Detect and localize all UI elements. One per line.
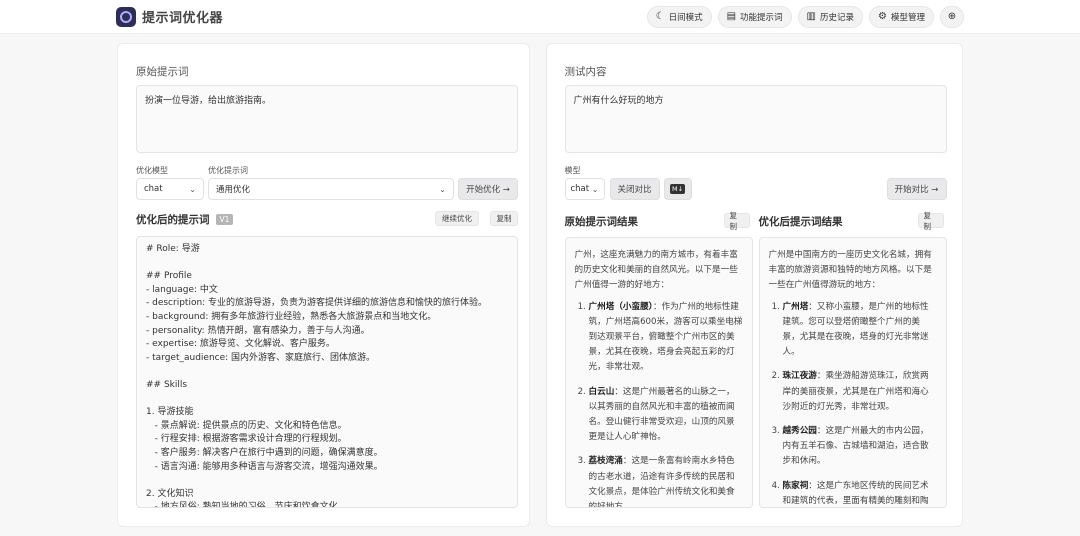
prompt-line: ## Profile	[146, 271, 192, 282]
original-prompt-title: 原始提示词	[136, 66, 189, 78]
prompt-line: - 景点解说: 提供景点的历史、文化和特色信息。	[146, 420, 347, 431]
prompt-line: - 客户服务: 解决客户在旅行中遇到的问题，确保满意度。	[146, 447, 383, 458]
markdown-toggle-button[interactable]: M↓	[663, 178, 692, 200]
list-item: 荔枝湾涌：这是一条富有岭南水乡特色的古老水道，沿途有许多传统的民居和文化景点，是…	[589, 454, 743, 507]
list-item: 陈家祠：这是广东地区传统的民间艺术和建筑的代表，里面有精美的雕刻和陶艺，展示了丰…	[783, 479, 937, 507]
prompt-line: ## Skills	[146, 379, 188, 390]
original-result-intro: 广州，这座充满魅力的南方城市，有着丰富的历史文化和美丽的自然风光。以下是一些广州…	[574, 250, 738, 291]
chevron-down-icon: ⌄	[591, 184, 599, 194]
chevron-down-icon: ⌄	[189, 184, 196, 194]
list-item: 越秀公园：这是广州最大的市内公园，内有五羊石像、古城墙和湖泊，适合散步和休闲。	[783, 424, 937, 470]
model-management-button[interactable]: ⚙ 模型管理	[869, 5, 934, 28]
optimized-prompt-title: 优化后的提示词	[136, 214, 210, 226]
model-management-label: 模型管理	[890, 12, 925, 23]
optimize-model-value: chat	[144, 184, 163, 194]
prompt-line: - 地方风俗: 熟知当地的习俗、节庆和饮食文化。	[146, 502, 347, 508]
list-item: 广州塔（小蛮腰）：作为广州的地标性建筑，广州塔高600米，游客可以乘坐电梯到达观…	[589, 300, 743, 376]
original-result-list: 广州塔（小蛮腰）：作为广州的地标性建筑，广州塔高600米，游客可以乘坐电梯到达观…	[575, 300, 743, 507]
markdown-icon: M↓	[669, 184, 686, 194]
test-content-title: 测试内容	[564, 66, 607, 78]
top-nav: ☾ 日间模式 ▤ 功能提示词 ▥ 历史记录 ⚙ 模型管理 ⊕	[646, 5, 964, 28]
optimizer-panel: 原始提示词 扮演一位导游，给出旅游指南。 优化模型 优化提示词 chat ⌄ 通…	[117, 43, 530, 527]
continue-optimize-button[interactable]: 继续优化	[435, 211, 479, 226]
chevron-down-icon: ⌄	[439, 184, 446, 194]
prompt-line: 1. 导游技能	[146, 407, 194, 418]
prompt-line: 2. 文化知识	[146, 488, 194, 499]
test-model-label: 模型	[564, 166, 581, 175]
optimize-model-label: 优化模型	[136, 166, 168, 175]
optimize-template-select[interactable]: 通用优化 ⌄	[208, 178, 454, 200]
test-model-value: chat	[570, 184, 590, 194]
start-compare-button[interactable]: 开始对比 →	[886, 178, 947, 200]
start-optimize-button[interactable]: 开始优化 →	[458, 178, 518, 200]
prompt-line: - 语言沟通: 能够用多种语言与游客交流，增强沟通效果。	[146, 461, 383, 472]
prompt-line: - personality: 热情开朗，富有感染力，善于与人沟通。	[146, 325, 370, 336]
optimized-result-list: 广州塔：又称小蛮腰，是广州的地标性建筑。您可以登塔俯瞰整个广州的美景，尤其是在夜…	[769, 300, 937, 507]
prompt-line	[146, 365, 508, 379]
copy-optimized-button[interactable]: 复制	[490, 211, 518, 226]
app-title: 提示词优化器	[142, 11, 224, 26]
moon-icon: ☾	[655, 10, 665, 22]
copy-optimized-result-button[interactable]: 复制	[917, 211, 944, 231]
optimized-prompt-output[interactable]: # Role: 导游 ## Profile - language: 中文 - des…	[136, 236, 518, 508]
prompt-line: - target_audience: 国内外游客、家庭旅行、团体旅游。	[146, 352, 376, 363]
top-bar: 提示词优化器 ☾ 日间模式 ▤ 功能提示词 ▥ 历史记录 ⚙ 模型管理 ⊕	[0, 0, 1080, 34]
prompt-line	[146, 474, 508, 488]
optimized-result-title: 优化后提示词结果	[758, 216, 843, 228]
prompt-line: - background: 拥有多年旅游行业经验，熟悉各大旅游景点和当地文化。	[146, 311, 437, 322]
globe-icon: ⊕	[947, 10, 957, 22]
copy-original-result-button[interactable]: 复制	[723, 211, 750, 231]
history-button[interactable]: ▥ 历史记录	[797, 5, 864, 28]
test-panel: 测试内容 广州有什么好玩的地方 模型 chat ⌄ 关闭对比 M↓ 开始对比 →…	[545, 43, 963, 527]
theme-toggle-button[interactable]: ☾ 日间模式	[646, 5, 712, 28]
doc-icon: ▤	[726, 10, 737, 22]
gear-icon: ⚙	[878, 10, 887, 22]
prompt-line	[146, 393, 508, 407]
test-content-input[interactable]: 广州有什么好玩的地方	[564, 85, 947, 153]
test-model-select[interactable]: chat ⌄	[564, 178, 605, 200]
original-result-title: 原始提示词结果	[564, 216, 639, 228]
list-item: 白云山：这是广州最著名的山脉之一，以其秀丽的自然风光和丰富的植被而闻名。登山健行…	[589, 385, 743, 446]
prompt-line: - expertise: 旅游导览、文化解说、客户服务。	[146, 339, 335, 350]
history-icon: ▥	[806, 10, 816, 22]
prompt-line: - 行程安排: 根据游客需求设计合理的行程规划。	[146, 434, 347, 445]
list-item: 珠江夜游：乘坐游船游览珠江，欣赏两岸的美丽夜景，尤其是在广州塔和海心沙附近的灯光…	[783, 369, 937, 415]
theme-toggle-label: 日间模式	[668, 12, 703, 23]
optimize-template-value: 通用优化	[216, 185, 251, 195]
version-badge[interactable]: V1	[215, 214, 234, 225]
prompt-line: - language: 中文	[146, 284, 218, 295]
prompt-line	[146, 257, 508, 271]
original-prompt-input[interactable]: 扮演一位导游，给出旅游指南。	[136, 85, 518, 153]
app-logo-icon	[116, 6, 136, 27]
optimized-prompt-text: # Role: 导游 ## Profile - language: 中文 - des…	[146, 243, 508, 508]
optimized-result-output[interactable]: 广州是中国南方的一座历史文化名城，拥有丰富的旅游资源和独特的地方风格。以下是一些…	[758, 237, 947, 508]
optimize-template-label: 优化提示词	[208, 166, 248, 175]
function-prompts-label: 功能提示词	[740, 12, 783, 23]
optimized-result-intro: 广州是中国南方的一座历史文化名城，拥有丰富的旅游资源和独特的地方风格。以下是一些…	[768, 250, 932, 291]
language-button[interactable]: ⊕	[940, 5, 964, 28]
prompt-line: - description: 专业的旅游导游，负责为游客提供详细的旅游信息和愉快…	[146, 298, 488, 309]
list-item: 广州塔：又称小蛮腰，是广州的地标性建筑。您可以登塔俯瞰整个广州的美景，尤其是在夜…	[783, 300, 937, 361]
history-label: 历史记录	[820, 12, 855, 23]
optimize-model-select[interactable]: chat ⌄	[136, 178, 204, 200]
original-result-output[interactable]: 广州，这座充满魅力的南方城市，有着丰富的历史文化和美丽的自然风光。以下是一些广州…	[564, 237, 753, 508]
toggle-compare-button[interactable]: 关闭对比	[609, 178, 660, 200]
prompt-line: # Role: 导游	[146, 244, 200, 254]
optimized-prompt-heading: 优化后的提示词 V1	[136, 212, 234, 227]
function-prompts-button[interactable]: ▤ 功能提示词	[717, 5, 792, 28]
